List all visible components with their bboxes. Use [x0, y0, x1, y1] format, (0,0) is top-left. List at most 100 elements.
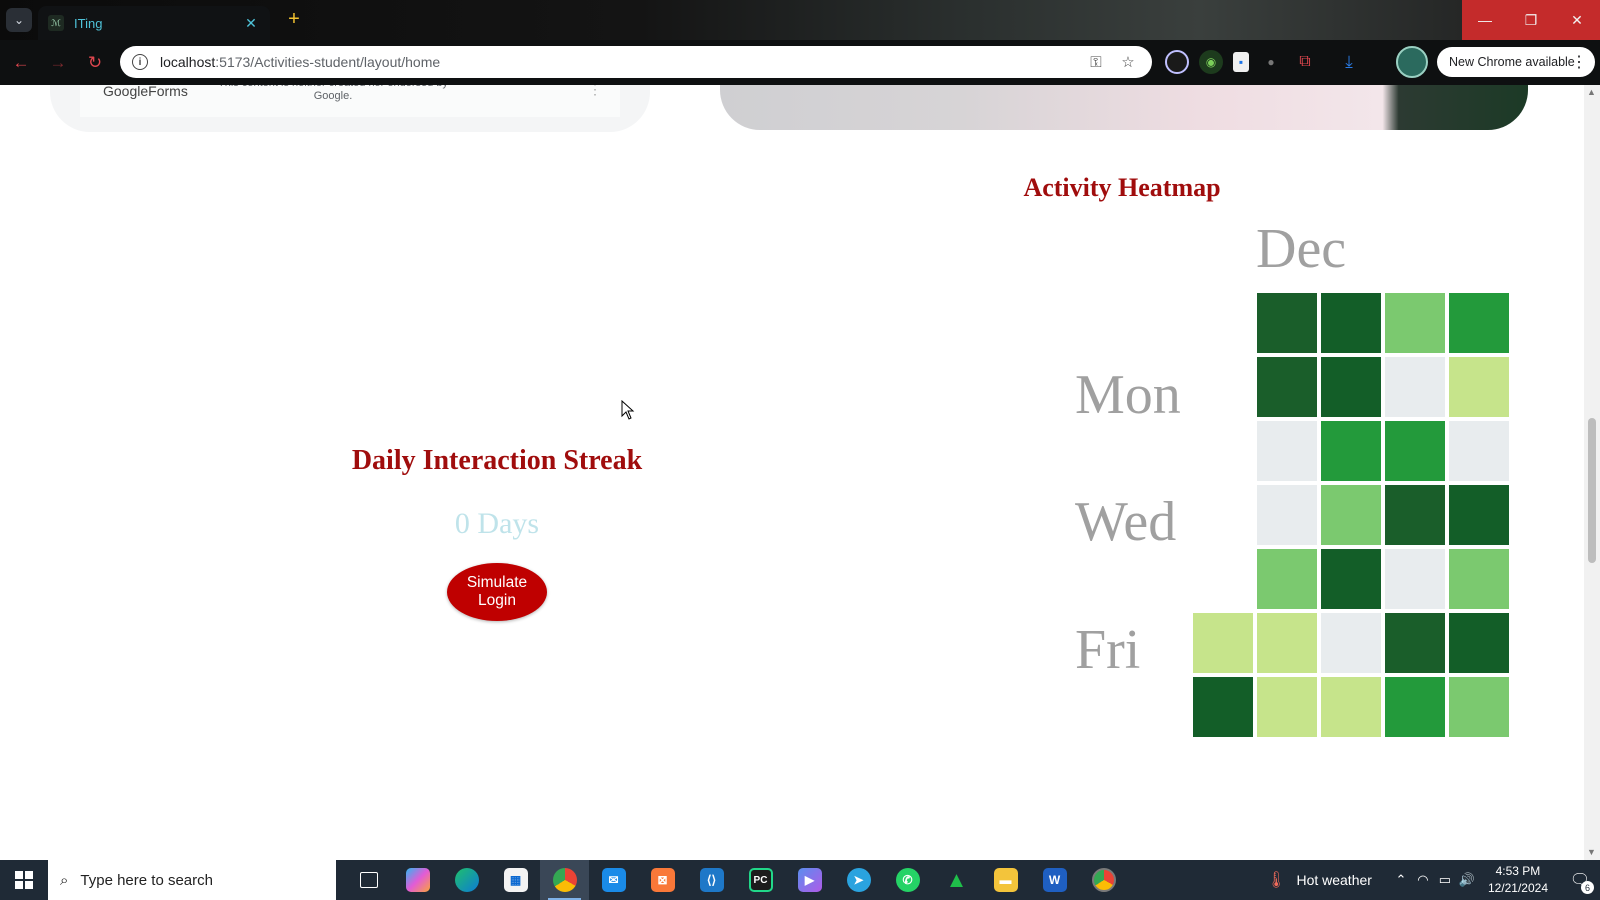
store-icon[interactable]: ▦ [491, 860, 540, 900]
heatmap-title: Activity Heatmap [1023, 173, 1221, 202]
task-view-icon[interactable] [344, 860, 393, 900]
heatmap-cell[interactable] [1449, 357, 1509, 417]
close-window-button[interactable]: ✕ [1554, 0, 1600, 40]
heatmap-cell[interactable] [1321, 357, 1381, 417]
heatmap-cell[interactable] [1321, 293, 1381, 353]
orange-app-icon[interactable]: ⊠ [638, 860, 687, 900]
chrome-profile-icon[interactable] [1079, 860, 1128, 900]
heatmap-cell[interactable] [1385, 293, 1445, 353]
word-icon[interactable]: W [1030, 860, 1079, 900]
downloads-icon[interactable]: ⤓ [1337, 50, 1361, 74]
notification-count: 6 [1581, 881, 1594, 894]
simulate-login-button[interactable]: Simulate Login [447, 563, 547, 621]
scroll-thumb[interactable] [1588, 418, 1596, 563]
banner-image [720, 85, 1528, 130]
heatmap-day-mon: Mon [1075, 364, 1181, 426]
heatmap-cell[interactable] [1257, 485, 1317, 545]
heatmap-cell[interactable] [1385, 485, 1445, 545]
new-tab-button[interactable]: + [282, 8, 306, 31]
edge-icon[interactable] [442, 860, 491, 900]
google-forms-card: GoogleForms This content is neither crea… [50, 85, 650, 132]
heatmap-cell[interactable] [1385, 613, 1445, 673]
extension-robot-icon[interactable]: ◉ [1199, 50, 1223, 74]
profile-avatar[interactable] [1396, 46, 1428, 78]
heatmap-cell[interactable] [1449, 293, 1509, 353]
pycharm-icon[interactable]: PC [736, 860, 785, 900]
heatmap-cell[interactable] [1385, 421, 1445, 481]
weather-widget[interactable]: 🌡 Hot weather [1266, 870, 1372, 890]
password-key-icon[interactable]: ⚿ [1084, 54, 1108, 71]
site-info-icon[interactable]: i [132, 54, 148, 70]
scroll-down-icon[interactable]: ▼ [1587, 847, 1596, 857]
heatmap-cell[interactable] [1449, 613, 1509, 673]
bookmark-star-icon[interactable]: ☆ [1116, 53, 1140, 71]
heatmap-cell[interactable] [1257, 357, 1317, 417]
mail-icon[interactable]: ✉ [589, 860, 638, 900]
purple-app-icon[interactable]: ▶ [785, 860, 834, 900]
volume-icon[interactable]: 🔊 [1456, 872, 1478, 888]
windows-taskbar: ⌕ Type here to search ▦ ✉ ⊠ ⟨⟩ PC ▶ ➤ ✆ … [0, 860, 1600, 900]
tab-close-icon[interactable]: ✕ [242, 15, 260, 32]
reload-icon[interactable]: ↻ [79, 47, 111, 79]
extension-ring-icon[interactable] [1165, 50, 1189, 74]
heatmap-cell[interactable] [1193, 677, 1253, 737]
page-scrollbar[interactable]: ▲ ▼ [1584, 85, 1600, 860]
heatmap-cell[interactable] [1257, 549, 1317, 609]
chrome-icon[interactable] [540, 860, 589, 900]
whatsapp-icon[interactable]: ✆ [883, 860, 932, 900]
extensions-puzzle-icon[interactable]: ⧉ [1293, 50, 1317, 74]
heatmap-cell[interactable] [1257, 677, 1317, 737]
scroll-up-icon[interactable]: ▲ [1587, 87, 1596, 97]
heatmap-cell[interactable] [1321, 613, 1381, 673]
minimize-button[interactable]: — [1462, 0, 1508, 40]
back-arrow-icon[interactable]: ← [5, 47, 37, 79]
heatmap-cell[interactable] [1257, 293, 1317, 353]
file-explorer-icon[interactable]: ▬ [981, 860, 1030, 900]
notifications-button[interactable]: 🗨 6 [1560, 860, 1600, 900]
tab-search-button[interactable]: ⌄ [6, 8, 32, 32]
update-chip-label: New Chrome available [1449, 55, 1575, 69]
start-button[interactable] [0, 860, 48, 900]
chrome-menu-icon[interactable]: ⋮ [1571, 52, 1587, 72]
extension-doc-icon[interactable]: ▪ [1233, 52, 1249, 72]
google-forms-footer: GoogleForms This content is neither crea… [80, 85, 620, 117]
telegram-icon[interactable]: ➤ [834, 860, 883, 900]
heatmap-cell[interactable] [1449, 677, 1509, 737]
browser-tab[interactable]: ℳ ITing ✕ [38, 6, 270, 40]
vscode-icon[interactable]: ⟨⟩ [687, 860, 736, 900]
google-forms-logo: GoogleForms [103, 85, 188, 99]
maximize-button[interactable]: ❐ [1508, 0, 1554, 40]
heatmap-cell[interactable] [1449, 549, 1509, 609]
clock[interactable]: 4:53 PM 12/21/2024 [1488, 863, 1548, 897]
heatmap-cell[interactable] [1449, 485, 1509, 545]
heatmap-cell[interactable] [1257, 613, 1317, 673]
extension-dot-icon[interactable]: ● [1259, 50, 1283, 74]
heatmap-cell[interactable] [1449, 421, 1509, 481]
browser-tab-bar: ⌄ ℳ ITing ✕ + — ❐ ✕ [0, 0, 1600, 40]
heatmap-cell[interactable] [1321, 485, 1381, 545]
heatmap-day-wed: Wed [1075, 491, 1177, 553]
forms-more-icon[interactable]: ⋮ [588, 85, 602, 98]
extensions-row: ◉ ▪ ● ⧉ ⤓ [1165, 46, 1361, 78]
network-icon[interactable]: ◠ [1412, 872, 1434, 888]
heatmap-cell[interactable] [1321, 421, 1381, 481]
taskbar-search[interactable]: ⌕ Type here to search [48, 860, 336, 900]
heatmap-cell[interactable] [1257, 421, 1317, 481]
heatmap-cell[interactable] [1385, 357, 1445, 417]
heatmap-cell[interactable] [1321, 549, 1381, 609]
heatmap-cell[interactable] [1321, 677, 1381, 737]
battery-icon[interactable]: ▭ [1434, 872, 1456, 888]
system-tray: 🌡 Hot weather ⌃ ◠ ▭ 🔊 4:53 PM 12/21/2024… [1266, 860, 1600, 900]
heatmap-cell[interactable] [1193, 613, 1253, 673]
taskbar-search-placeholder: Type here to search [80, 871, 213, 889]
show-hidden-icons-icon[interactable]: ⌃ [1390, 872, 1412, 888]
copilot-icon[interactable] [393, 860, 442, 900]
forward-arrow-icon[interactable]: → [42, 47, 74, 79]
logo-google-word: Google [103, 85, 149, 99]
chrome-update-chip[interactable]: New Chrome available ⋮ [1437, 47, 1595, 77]
url-text[interactable]: localhost:5173/Activities-student/layout… [160, 54, 1076, 70]
green-triangle-app-icon[interactable]: ▲ [932, 860, 981, 900]
heatmap-cell[interactable] [1385, 549, 1445, 609]
address-bar[interactable]: i localhost:5173/Activities-student/layo… [120, 46, 1152, 78]
heatmap-cell[interactable] [1385, 677, 1445, 737]
